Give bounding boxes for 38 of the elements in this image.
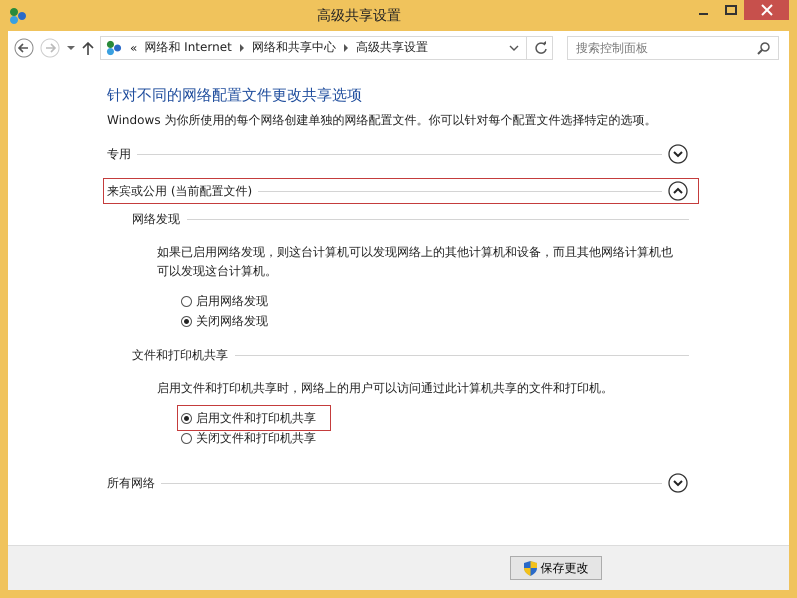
group-description: 如果已启用网络发现，则这台计算机可以发现网络上的其他计算机和设备，而且其他网络计算机也可以发现这台计算机。	[156, 244, 674, 280]
minimize-icon	[699, 12, 708, 14]
group-title: 网络发现	[132, 211, 180, 228]
overflow-chevron[interactable]: «	[130, 40, 138, 54]
group-title: 文件和打印机共享	[132, 347, 228, 364]
breadcrumb-link[interactable]: 高级共享设置	[356, 39, 428, 56]
group-description: 启用文件和打印机共享时，网络上的用户可以访问通过此计算机共享的文件和打印机。	[156, 380, 614, 397]
radio-option[interactable]: 关闭网络发现	[177, 311, 283, 331]
chevron-down-icon[interactable]	[509, 44, 519, 52]
section-header[interactable]: 专用	[103, 141, 699, 167]
highlighted-radio-option[interactable]: 启用文件和打印机共享	[177, 405, 331, 431]
network-icon	[105, 40, 123, 56]
close-button[interactable]	[744, 0, 789, 20]
separator-arrow-icon[interactable]	[342, 44, 349, 52]
search-field[interactable]: 搜索控制面板	[567, 36, 779, 60]
section-header[interactable]: 所有网络	[103, 470, 699, 496]
highlighted-section-header[interactable]: 来宾或公用 (当前配置文件)	[103, 178, 699, 204]
close-icon	[760, 4, 772, 16]
separator-arrow-icon[interactable]	[238, 44, 245, 52]
breadcrumb-link[interactable]: 网络和 Internet	[144, 39, 232, 56]
page-heading: 针对不同的网络配置文件更改共享选项	[107, 86, 363, 105]
refresh-icon[interactable]	[534, 40, 548, 54]
expand-icon[interactable]	[668, 144, 688, 164]
network-icon	[8, 6, 28, 24]
breadcrumb-link[interactable]: 网络和共享中心	[252, 39, 336, 56]
address-bar[interactable]: « 网络和 Internet 网络和共享中心 高级共享设置	[100, 36, 553, 60]
expand-icon[interactable]	[668, 473, 688, 493]
radio-option[interactable]: 启用网络发现	[177, 291, 283, 311]
radio-option[interactable]: 关闭文件和打印机共享	[177, 428, 331, 448]
search-icon	[757, 42, 770, 54]
shield-icon	[524, 560, 536, 576]
intro-text: Windows 为你所使用的每个网络创建单独的网络配置文件。你可以针对每个配置文件选择特定的选项。	[107, 112, 658, 129]
up-arrow-icon[interactable]	[82, 40, 94, 54]
window-title: 高级共享设置	[316, 6, 402, 24]
maximize-icon	[724, 5, 736, 15]
save-changes-button[interactable]: 保存更改	[510, 556, 602, 580]
back-icon[interactable]	[14, 38, 34, 58]
collapse-icon[interactable]	[668, 181, 688, 201]
